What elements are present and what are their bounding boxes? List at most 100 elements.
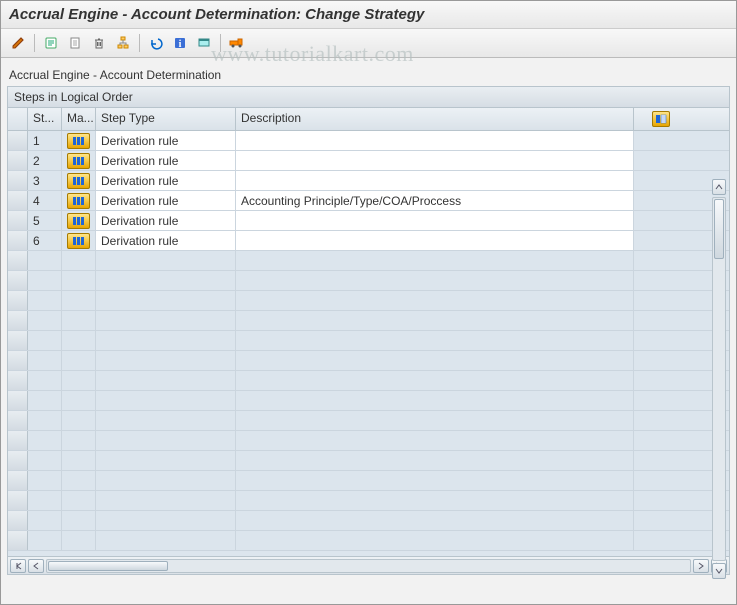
cell-step: 2 bbox=[28, 151, 62, 170]
table-row-empty bbox=[8, 531, 729, 551]
cell-step-type[interactable]: Derivation rule bbox=[96, 231, 236, 250]
row-selector[interactable] bbox=[8, 491, 28, 510]
cell-empty bbox=[634, 391, 688, 410]
view-icon[interactable] bbox=[193, 32, 215, 54]
cell-empty bbox=[236, 431, 634, 450]
cell-maintain bbox=[62, 211, 96, 230]
maintain-button-icon[interactable] bbox=[67, 133, 90, 149]
row-selector[interactable] bbox=[8, 391, 28, 410]
toolbar-separator bbox=[220, 34, 221, 52]
column-step-type[interactable]: Step Type bbox=[96, 108, 236, 130]
row-selector[interactable] bbox=[8, 531, 28, 550]
grid-body: 1Derivation rule2Derivation rule3Derivat… bbox=[8, 131, 729, 556]
cell-step-type[interactable]: Derivation rule bbox=[96, 171, 236, 190]
scroll-down-icon[interactable] bbox=[712, 563, 726, 579]
table-row-empty bbox=[8, 291, 729, 311]
row-selector[interactable] bbox=[8, 251, 28, 270]
cell-empty bbox=[62, 411, 96, 430]
undo-icon[interactable] bbox=[145, 32, 167, 54]
cell-spacer bbox=[634, 151, 688, 170]
maintain-button-icon[interactable] bbox=[67, 233, 90, 249]
maintain-button-icon[interactable] bbox=[67, 153, 90, 169]
cell-step-type[interactable]: Derivation rule bbox=[96, 211, 236, 230]
row-selector[interactable] bbox=[8, 191, 28, 210]
scroll-track[interactable] bbox=[46, 559, 691, 573]
cell-description[interactable] bbox=[236, 151, 634, 170]
cell-empty bbox=[634, 311, 688, 330]
cell-empty bbox=[62, 311, 96, 330]
column-step[interactable]: St... bbox=[28, 108, 62, 130]
cell-empty bbox=[28, 371, 62, 390]
cell-description[interactable] bbox=[236, 231, 634, 250]
cell-empty bbox=[28, 531, 62, 550]
maintain-button-icon[interactable] bbox=[67, 173, 90, 189]
column-maintain[interactable]: Ma... bbox=[62, 108, 96, 130]
cell-description[interactable] bbox=[236, 211, 634, 230]
transport-icon[interactable] bbox=[226, 32, 248, 54]
vscroll-track[interactable] bbox=[712, 197, 726, 561]
vscroll-thumb[interactable] bbox=[714, 199, 724, 259]
info-icon[interactable]: i bbox=[169, 32, 191, 54]
table-row-empty bbox=[8, 491, 729, 511]
column-selector[interactable] bbox=[8, 108, 28, 130]
row-selector[interactable] bbox=[8, 311, 28, 330]
scroll-left-icon[interactable] bbox=[28, 559, 44, 573]
cell-empty bbox=[62, 391, 96, 410]
table-row-empty bbox=[8, 311, 729, 331]
cell-maintain bbox=[62, 151, 96, 170]
row-selector[interactable] bbox=[8, 351, 28, 370]
cell-description[interactable]: Accounting Principle/Type/COA/Proccess bbox=[236, 191, 634, 210]
grid-settings-icon[interactable] bbox=[652, 111, 670, 127]
row-selector[interactable] bbox=[8, 511, 28, 530]
cell-maintain bbox=[62, 131, 96, 150]
cell-empty bbox=[236, 251, 634, 270]
scroll-up-icon[interactable] bbox=[712, 179, 726, 195]
row-selector[interactable] bbox=[8, 231, 28, 250]
maintain-button-icon[interactable] bbox=[67, 193, 90, 209]
row-selector[interactable] bbox=[8, 471, 28, 490]
cell-step: 3 bbox=[28, 171, 62, 190]
scroll-first-icon[interactable] bbox=[10, 559, 26, 573]
panel-title: Steps in Logical Order bbox=[7, 86, 730, 107]
row-selector[interactable] bbox=[8, 291, 28, 310]
delete-icon[interactable] bbox=[88, 32, 110, 54]
cell-empty bbox=[28, 311, 62, 330]
row-selector[interactable] bbox=[8, 271, 28, 290]
cell-step-type[interactable]: Derivation rule bbox=[96, 131, 236, 150]
cell-empty bbox=[236, 391, 634, 410]
row-selector[interactable] bbox=[8, 451, 28, 470]
row-selector[interactable] bbox=[8, 211, 28, 230]
cell-empty bbox=[236, 291, 634, 310]
cell-empty bbox=[28, 471, 62, 490]
cell-empty bbox=[28, 251, 62, 270]
row-selector[interactable] bbox=[8, 431, 28, 450]
cell-empty bbox=[28, 431, 62, 450]
column-description[interactable]: Description bbox=[236, 108, 634, 130]
cell-empty bbox=[62, 431, 96, 450]
scroll-thumb[interactable] bbox=[48, 561, 168, 571]
cell-empty bbox=[96, 391, 236, 410]
cell-description[interactable] bbox=[236, 171, 634, 190]
row-selector[interactable] bbox=[8, 411, 28, 430]
maintain-button-icon[interactable] bbox=[67, 213, 90, 229]
cell-description[interactable] bbox=[236, 131, 634, 150]
scroll-right-icon[interactable] bbox=[693, 559, 709, 573]
where-used-icon[interactable] bbox=[112, 32, 134, 54]
row-selector[interactable] bbox=[8, 151, 28, 170]
create-icon[interactable] bbox=[64, 32, 86, 54]
cell-empty bbox=[96, 431, 236, 450]
cell-step-type[interactable]: Derivation rule bbox=[96, 151, 236, 170]
row-selector[interactable] bbox=[8, 331, 28, 350]
cell-empty bbox=[62, 291, 96, 310]
grid-tools bbox=[634, 108, 688, 130]
row-selector[interactable] bbox=[8, 131, 28, 150]
cell-step-type[interactable]: Derivation rule bbox=[96, 191, 236, 210]
table-row: 3 Derivation rule bbox=[8, 171, 729, 191]
row-selector[interactable] bbox=[8, 371, 28, 390]
table-row: 5Derivation rule bbox=[8, 211, 729, 231]
display-icon[interactable] bbox=[40, 32, 62, 54]
edit-icon[interactable] bbox=[7, 32, 29, 54]
cell-empty bbox=[96, 491, 236, 510]
table-row-empty bbox=[8, 351, 729, 371]
row-selector[interactable] bbox=[8, 171, 28, 190]
